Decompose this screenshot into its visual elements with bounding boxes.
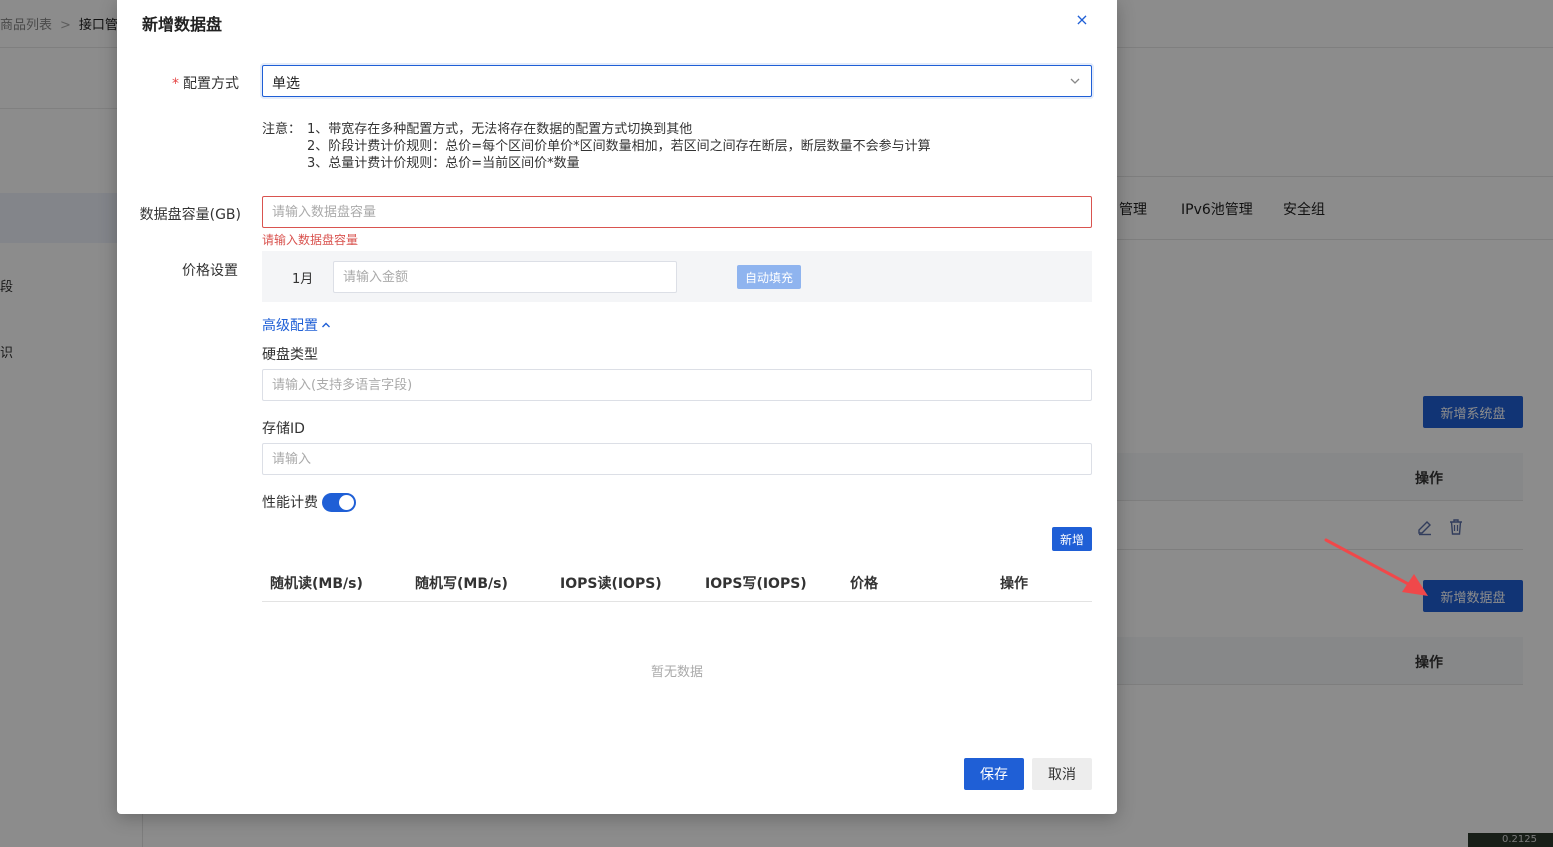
save-button[interactable]: 保存 [964, 758, 1024, 790]
capacity-error-message: 请输入数据盘容量 [262, 233, 359, 247]
column-header-random-write: 随机写(MB/s) [415, 576, 508, 592]
required-mark: * [172, 76, 179, 92]
chevron-down-icon [1070, 78, 1080, 84]
close-icon[interactable]: × [1072, 10, 1092, 30]
table-empty-text: 暂无数据 [650, 665, 703, 680]
red-arrow-annotation [1324, 538, 1428, 596]
cancel-button[interactable]: 取消 [1032, 758, 1092, 790]
config-mode-label: * 配置方式 [172, 76, 239, 92]
column-header-price: 价格 [850, 576, 878, 592]
price-label: 价格设置 [182, 263, 238, 279]
autofill-button[interactable]: 自动填充 [737, 265, 801, 289]
storage-id-input[interactable] [262, 443, 1092, 475]
price-settings-box: 1月 自动填充 [262, 251, 1092, 302]
perf-billing-switch[interactable] [322, 492, 356, 512]
config-mode-select[interactable]: 单选 [262, 65, 1092, 97]
chevron-up-icon [322, 322, 330, 328]
modal-title: 新增数据盘 [142, 15, 223, 34]
note-line: 3、总量计费计价规则：总价=当前区间价*数量 [307, 156, 580, 171]
column-header-operation: 操作 [1000, 576, 1028, 592]
advanced-config-toggle[interactable]: 高级配置 [262, 315, 331, 335]
capacity-label: 数据盘容量(GB) [139, 207, 241, 223]
performance-table-header: 随机读(MB/s) 随机写(MB/s) IOPS读(IOPS) IOPS写(IO… [262, 562, 1092, 602]
config-mode-value: 单选 [272, 76, 300, 92]
add-performance-row-button[interactable]: 新增 [1052, 527, 1092, 551]
price-amount-input[interactable] [333, 261, 677, 293]
perf-billing-row: 性能计费 [262, 492, 356, 512]
perf-billing-label: 性能计费 [262, 495, 318, 511]
add-data-disk-modal: 新增数据盘 × * 配置方式 单选 注意： 1、带宽存在多种配置方式，无法将存在数据… [117, 0, 1117, 814]
price-month-label: 1月 [292, 272, 314, 287]
config-notes: 注意： 1、带宽存在多种配置方式，无法将存在数据的配置方式切换到其他 2、阶段计费… [262, 121, 931, 172]
note-line: 注意： 1、带宽存在多种配置方式，无法将存在数据的配置方式切换到其他 [262, 122, 693, 137]
note-line: 2、阶段计费计价规则：总价=每个区间价单价*区间数量相加，若区间之间存在断层，断… [307, 139, 931, 154]
column-header-random-read: 随机读(MB/s) [270, 576, 363, 592]
disk-type-label: 硬盘类型 [262, 347, 318, 363]
capacity-input[interactable] [262, 196, 1092, 228]
column-header-iops-write: IOPS写(IOPS) [705, 576, 807, 592]
storage-id-label: 存储ID [262, 421, 305, 437]
disk-type-input[interactable] [262, 369, 1092, 401]
column-header-iops-read: IOPS读(IOPS) [560, 576, 662, 592]
note-prefix: 注意： [262, 122, 302, 137]
